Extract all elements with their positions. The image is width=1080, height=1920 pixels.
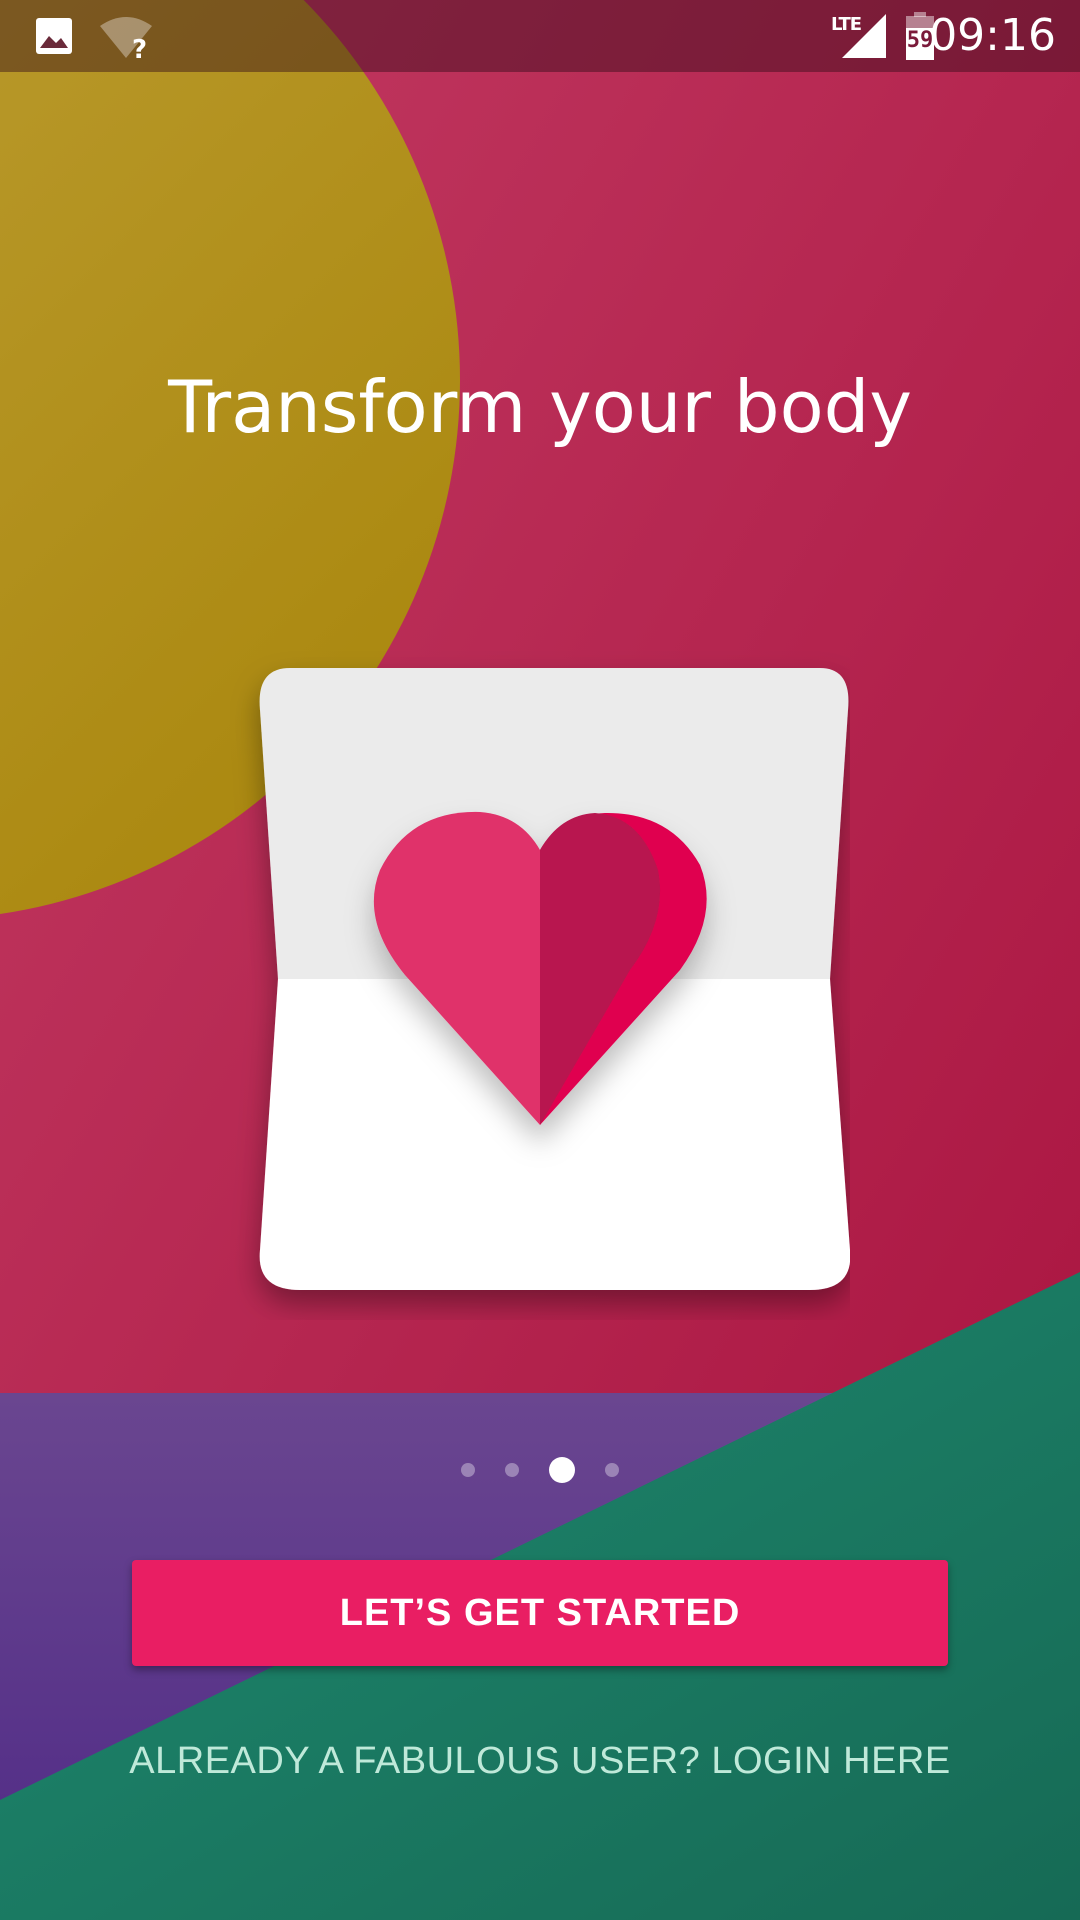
page-dot-3-active[interactable] xyxy=(549,1457,575,1483)
wifi-unknown-icon: ? xyxy=(100,17,152,60)
clock: 09:16 xyxy=(929,10,1056,61)
status-bar: ? LTE 59 09:16 xyxy=(0,0,1080,72)
heart-card-icon xyxy=(259,668,850,1290)
get-started-button[interactable]: LET’S GET STARTED xyxy=(132,1560,948,1666)
image-notification-icon xyxy=(36,18,72,54)
svg-text:?: ? xyxy=(132,35,147,60)
page-title: Transform your body xyxy=(168,365,912,449)
signal-lte-icon xyxy=(842,14,886,58)
page-dot-4[interactable] xyxy=(605,1463,619,1477)
page-dot-2[interactable] xyxy=(505,1463,519,1477)
page-dot-1[interactable] xyxy=(461,1463,475,1477)
login-link[interactable]: ALREADY A FABULOUS USER? LOGIN HERE xyxy=(0,1740,1080,1783)
page-indicator xyxy=(0,1455,1080,1485)
